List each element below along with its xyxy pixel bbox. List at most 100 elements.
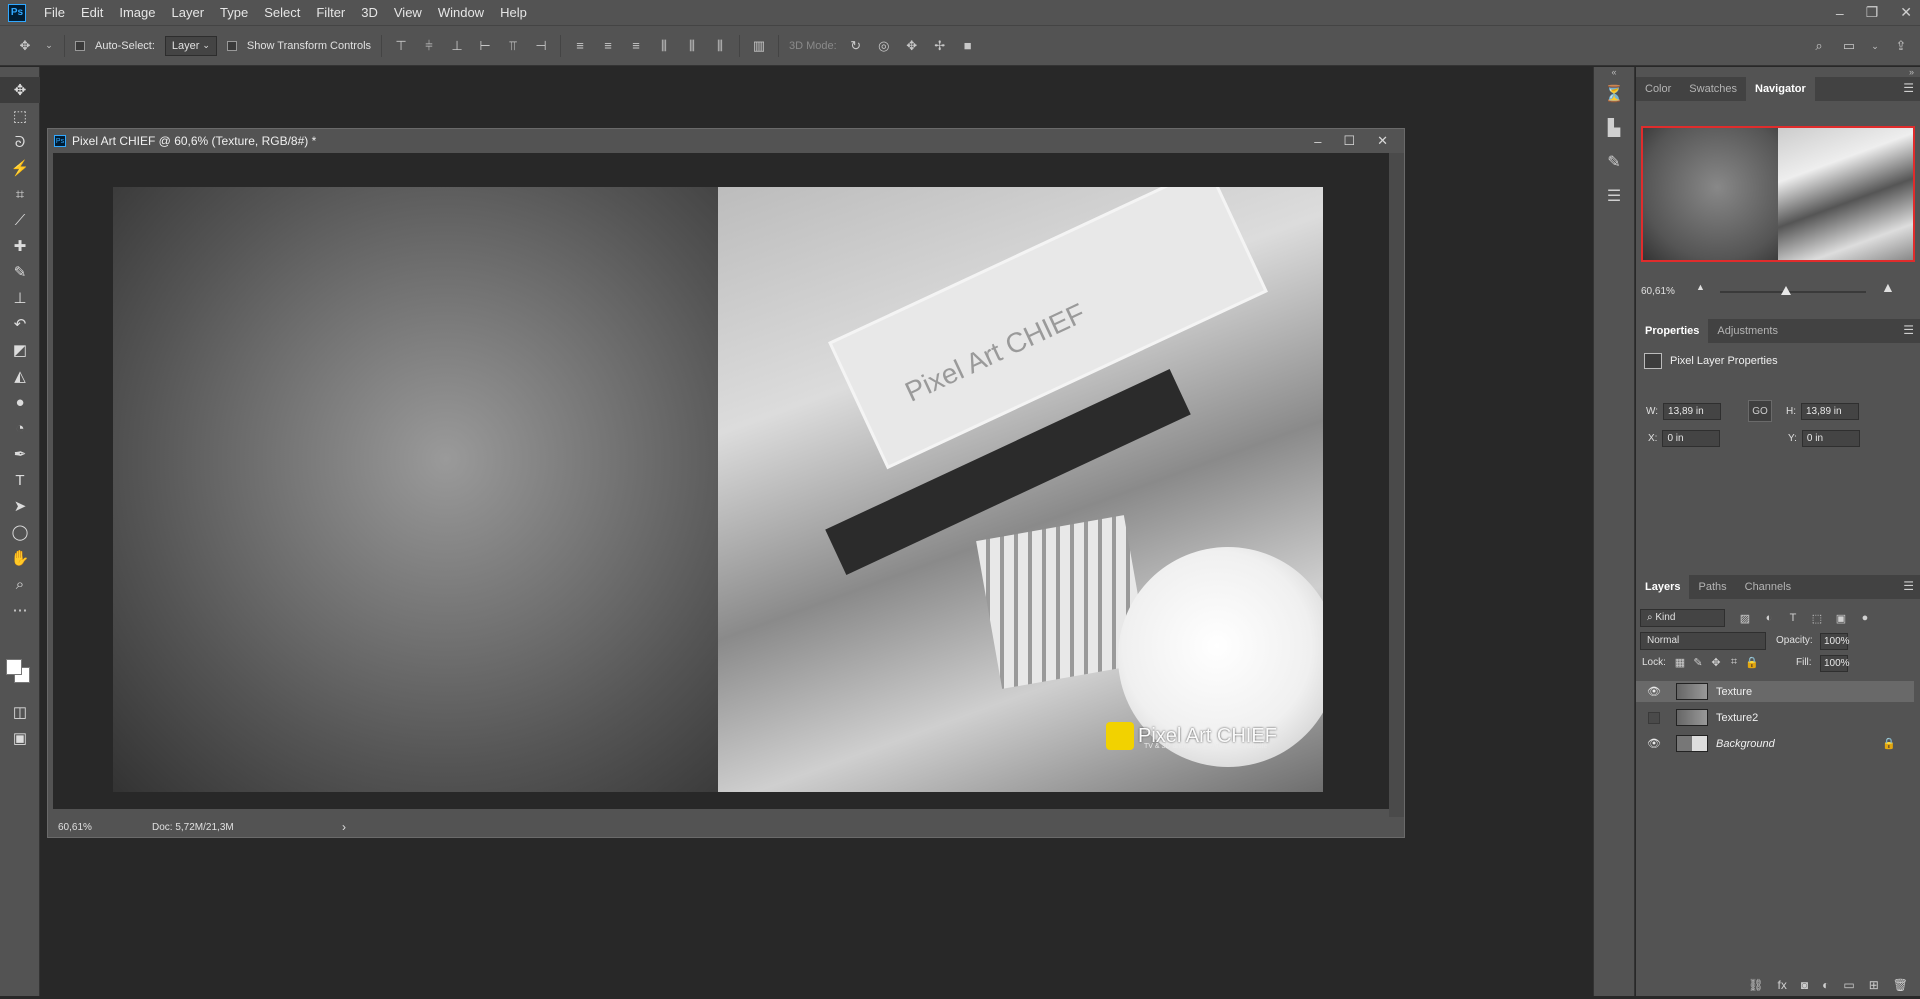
navigator-zoom-value[interactable]: 60,61% [1641, 286, 1675, 297]
distribute-top-icon[interactable]: ≡ [571, 37, 589, 55]
panel-menu-icon[interactable]: ☰ [1903, 323, 1914, 337]
distribute-hcenter-icon[interactable]: ⫼ [683, 37, 701, 55]
distribute-left-icon[interactable]: ⫼ [655, 37, 673, 55]
layer-row-texture[interactable]: 👁 Texture [1636, 681, 1914, 702]
layer-row-texture2[interactable]: Texture2 [1636, 707, 1914, 728]
restore-icon[interactable]: ❐ [1866, 4, 1879, 21]
minimize-icon[interactable]: – [1836, 5, 1844, 21]
close-icon[interactable]: ✕ [1900, 4, 1912, 21]
tab-color[interactable]: Color [1636, 77, 1680, 101]
foreground-color-swatch[interactable] [6, 659, 22, 675]
clone-stamp-tool-icon[interactable]: ⊥ [0, 285, 40, 311]
menu-layer[interactable]: Layer [164, 0, 213, 25]
tab-paths[interactable]: Paths [1689, 575, 1735, 599]
panel-menu-icon[interactable]: ☰ [1903, 579, 1914, 593]
distribute-right-icon[interactable]: ⫼ [711, 37, 729, 55]
eye-icon[interactable]: 👁 [1644, 737, 1664, 750]
blend-mode-dropdown[interactable]: Normal [1640, 632, 1766, 650]
filter-type-icon[interactable]: T [1784, 609, 1802, 627]
move-tool-icon[interactable]: ✥ [16, 37, 34, 55]
filter-pixel-icon[interactable]: ▨ [1736, 609, 1754, 627]
lock-position-icon[interactable]: ✥ [1708, 654, 1724, 670]
tab-channels[interactable]: Channels [1736, 575, 1800, 599]
vertical-scrollbar[interactable] [1389, 153, 1404, 817]
expand-arrows-icon[interactable]: » [1636, 67, 1920, 77]
fx-icon[interactable]: fx [1778, 978, 1787, 992]
lasso-tool-icon[interactable]: ᘐ [0, 129, 40, 155]
opacity-input[interactable]: 100% [1820, 633, 1850, 650]
healing-brush-tool-icon[interactable]: ✚ [0, 233, 40, 259]
layer-name[interactable]: Texture [1716, 686, 1752, 698]
close-icon[interactable]: ✕ [1377, 133, 1388, 149]
zoom-tool-icon[interactable]: ⌕ [0, 571, 40, 597]
chevron-down-icon[interactable]: ⌄ [1870, 37, 1880, 55]
link-dimensions-icon[interactable]: GO [1748, 400, 1772, 422]
zoom-out-icon[interactable]: ▲ [1696, 282, 1705, 292]
history-panel-icon[interactable]: ⏳ [1594, 77, 1634, 111]
maximize-icon[interactable]: ☐ [1343, 133, 1355, 149]
magic-wand-tool-icon[interactable]: ⚡ [0, 155, 40, 181]
pasteboard[interactable]: Pixel Art CHIEF Pixel Art CHIEF TV & 3D … [53, 153, 1389, 809]
distribute-bottom-icon[interactable]: ≡ [627, 37, 645, 55]
layer-filter-kind-dropdown[interactable]: ⌕ Kind [1640, 609, 1725, 627]
paint-bucket-tool-icon[interactable]: ◭ [0, 363, 40, 389]
canvas[interactable]: Pixel Art CHIEF Pixel Art CHIEF TV & 3D … [113, 187, 1323, 792]
brush-settings-panel-icon[interactable]: ✎ [1594, 145, 1634, 179]
menu-file[interactable]: File [36, 0, 73, 25]
hand-tool-icon[interactable]: ✋ [0, 545, 40, 571]
filter-smart-object-icon[interactable]: ▣ [1832, 609, 1850, 627]
align-left-icon[interactable]: ⊢ [476, 37, 494, 55]
brush-tool-icon[interactable]: ✎ [0, 259, 40, 285]
menu-filter[interactable]: Filter [308, 0, 353, 25]
marquee-tool-icon[interactable]: ⬚ [0, 103, 40, 129]
new-adjustment-icon[interactable]: ◐ [1822, 978, 1829, 992]
type-tool-icon[interactable]: T [0, 467, 40, 493]
eye-icon[interactable]: 👁 [1644, 685, 1664, 698]
lock-transparent-icon[interactable]: ▦ [1672, 654, 1688, 670]
align-right-icon[interactable]: ⊣ [532, 37, 550, 55]
eyedropper-tool-icon[interactable]: ⟋ [0, 207, 40, 233]
3d-roll-icon[interactable]: ◎ [875, 37, 893, 55]
tab-layers[interactable]: Layers [1636, 575, 1690, 599]
link-layers-icon[interactable]: ⛓ [1748, 978, 1763, 992]
adjustments-panel-icon[interactable]: ☰ [1594, 179, 1634, 213]
menu-type[interactable]: Type [212, 0, 256, 25]
tab-adjustments[interactable]: Adjustments [1708, 319, 1787, 343]
auto-select-target-dropdown[interactable]: Layer ⌄ [164, 35, 217, 56]
menu-help[interactable]: Help [492, 0, 535, 25]
quick-mask-icon[interactable]: ◫ [0, 699, 40, 725]
align-vcenter-icon[interactable]: ⫩ [420, 37, 438, 55]
navigator-preview[interactable] [1641, 126, 1915, 262]
tool-preset-chevron-icon[interactable]: ⌄ [44, 37, 54, 55]
navigator-zoom-slider[interactable] [1720, 286, 1866, 295]
histogram-panel-icon[interactable]: ▙ [1594, 111, 1634, 145]
layer-name[interactable]: Background [1716, 738, 1775, 750]
auto-align-icon[interactable]: ▥ [750, 37, 768, 55]
visibility-toggle-off[interactable] [1648, 711, 1660, 724]
status-menu-arrow[interactable]: › [342, 820, 346, 834]
search-icon[interactable]: ⌕ [1810, 37, 1828, 55]
menu-edit[interactable]: Edit [73, 0, 111, 25]
layer-row-background[interactable]: 👁 Background 🔒 [1636, 733, 1914, 754]
3d-orbit-icon[interactable]: ↻ [847, 37, 865, 55]
filter-adjustment-icon[interactable]: ◐ [1760, 609, 1778, 627]
tab-navigator[interactable]: Navigator [1746, 77, 1815, 101]
zoom-in-icon[interactable]: ▲ [1881, 279, 1895, 295]
align-bottom-icon[interactable]: ⊥ [448, 37, 466, 55]
menu-window[interactable]: Window [430, 0, 492, 25]
panel-menu-icon[interactable]: ☰ [1903, 81, 1914, 95]
delete-layer-icon[interactable]: 🗑 [1893, 978, 1908, 992]
align-hcenter-icon[interactable]: ⫪ [504, 37, 522, 55]
layer-name[interactable]: Texture2 [1716, 712, 1758, 724]
share-icon[interactable]: ⇪ [1892, 37, 1910, 55]
auto-select-checkbox[interactable] [75, 40, 85, 51]
new-group-icon[interactable]: ▭ [1843, 978, 1854, 992]
move-tool-icon[interactable]: ✥ [0, 77, 40, 103]
y-input[interactable]: 0 in [1801, 430, 1860, 447]
status-zoom[interactable]: 60,61% [48, 822, 132, 833]
menu-3d[interactable]: 3D [353, 0, 386, 25]
document-title-bar[interactable]: Ps Pixel Art CHIEF @ 60,6% (Texture, RGB… [48, 129, 1404, 153]
dodge-tool-icon[interactable]: ◔ [0, 415, 40, 441]
menu-view[interactable]: View [386, 0, 430, 25]
distribute-vcenter-icon[interactable]: ≡ [599, 37, 617, 55]
